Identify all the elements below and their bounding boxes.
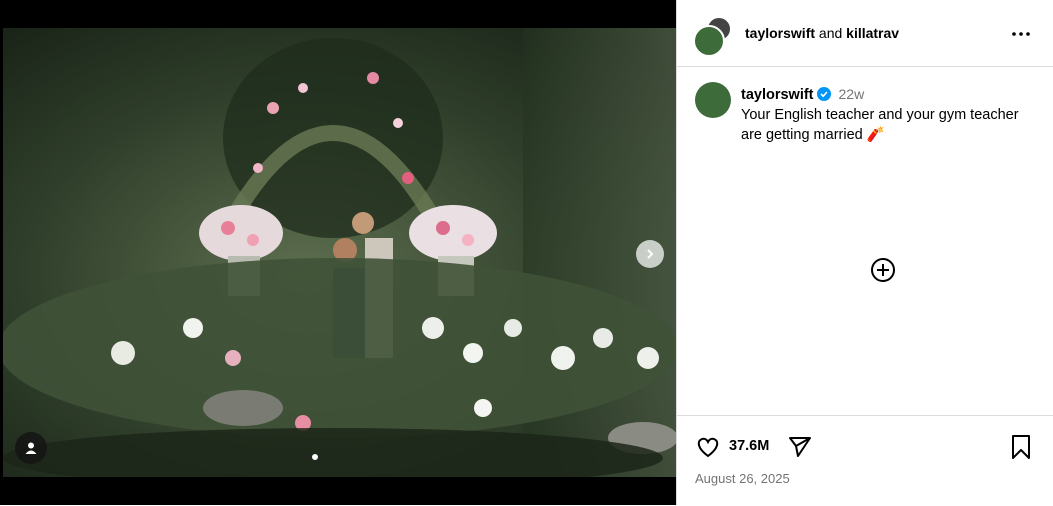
collab-avatars[interactable] [693, 16, 733, 57]
post-header: taylorswift and killatrav [677, 0, 1053, 67]
more-options-icon [1012, 32, 1030, 36]
add-circle-icon[interactable] [870, 257, 896, 283]
tagged-users-button[interactable] [15, 432, 47, 464]
next-image-button[interactable] [636, 240, 664, 268]
caption-body: taylorswift 22w Your English teacher and … [741, 84, 1031, 145]
carousel-dot [312, 454, 318, 460]
post-actions: 37.6M August 26, 2025 [677, 415, 1053, 506]
bookmark-icon[interactable] [1009, 434, 1033, 460]
post-media [0, 0, 676, 505]
more-options-button[interactable] [1009, 22, 1033, 46]
user-tag-icon [25, 442, 37, 454]
post-authors: taylorswift and killatrav [745, 25, 899, 41]
heart-icon[interactable] [695, 434, 721, 460]
carousel-indicator [312, 454, 318, 460]
author-connector: and [818, 25, 843, 41]
avatar[interactable] [695, 82, 731, 118]
caption-text: Your English teacher and your gym teache… [741, 107, 1019, 143]
author-link-killatrav[interactable]: killatrav [846, 25, 899, 41]
caption-username[interactable]: taylorswift [741, 87, 814, 103]
chevron-right-icon [647, 249, 654, 259]
avatar [693, 25, 725, 57]
like-count[interactable]: 37.6M [729, 438, 769, 454]
post-date[interactable]: August 26, 2025 [695, 471, 790, 486]
author-link-taylorswift[interactable]: taylorswift [745, 25, 815, 41]
post-photo [3, 28, 676, 477]
send-icon[interactable] [787, 434, 813, 460]
verified-badge-icon [816, 87, 831, 101]
post-panel: taylorswift and killatrav taylorswift 22w… [676, 0, 1053, 505]
caption-time[interactable]: 22w [839, 86, 865, 102]
